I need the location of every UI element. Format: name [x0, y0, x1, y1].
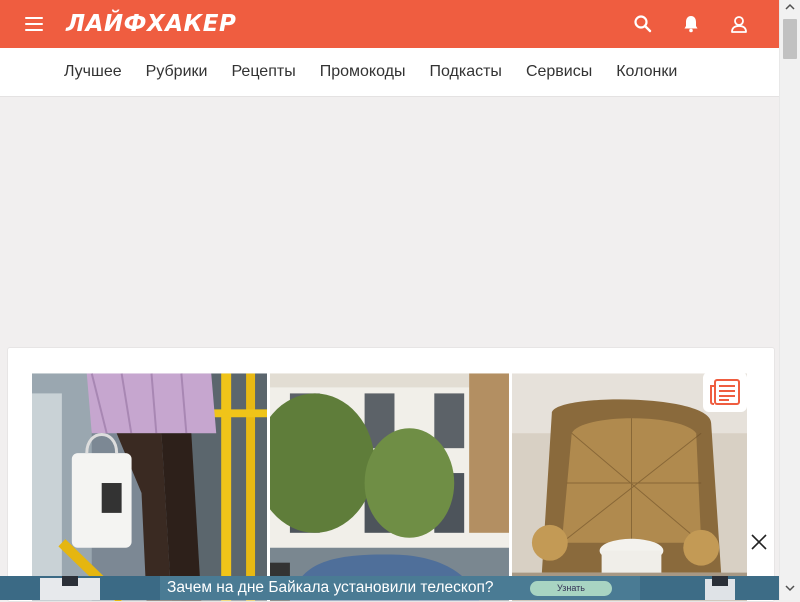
bell-icon[interactable]: [680, 13, 702, 35]
photo-white-townhouses: [270, 373, 509, 601]
site-logo[interactable]: ЛАЙФХАКЕР: [66, 9, 236, 39]
nav-item-rubrics[interactable]: Рубрики: [146, 62, 208, 82]
user-icon[interactable]: [728, 13, 750, 35]
photo-bus-passenger: [32, 373, 267, 601]
scroll-up-arrow-icon[interactable]: [785, 3, 795, 11]
nav-item-services[interactable]: Сервисы: [526, 62, 592, 82]
article-type-badge: [703, 372, 747, 412]
nav-item-best[interactable]: Лучшее: [64, 62, 122, 82]
ad-banner[interactable]: Зачем на дне Байкала установили телескоп…: [0, 576, 779, 600]
close-icon[interactable]: [750, 533, 768, 551]
newspaper-icon: [710, 379, 740, 405]
nav-item-promocodes[interactable]: Промокоды: [320, 62, 406, 82]
scrollbar[interactable]: [779, 0, 800, 600]
ad-placeholder: [0, 97, 779, 347]
nav-item-podcasts[interactable]: Подкасты: [429, 62, 501, 82]
scrollbar-thumb[interactable]: [783, 19, 797, 59]
nav-list: Лучшее Рубрики Рецепты Промокоды Подкаст…: [64, 62, 701, 82]
ad-learn-more-button[interactable]: Узнать: [530, 581, 612, 596]
ad-banner-text: Зачем на дне Байкала установили телескоп…: [167, 579, 494, 596]
nav-item-columns[interactable]: Колонки: [616, 62, 677, 82]
scroll-down-arrow-icon[interactable]: [785, 584, 795, 592]
search-icon[interactable]: [632, 13, 654, 35]
menu-icon[interactable]: [25, 15, 43, 33]
nav-item-recipes[interactable]: Рецепты: [231, 62, 295, 82]
article-card[interactable]: [7, 347, 775, 602]
category-nav: Лучшее Рубрики Рецепты Промокоды Подкаст…: [0, 48, 779, 97]
article-image-collage[interactable]: [32, 373, 750, 601]
top-bar: ЛАЙФХАКЕР: [0, 0, 779, 48]
